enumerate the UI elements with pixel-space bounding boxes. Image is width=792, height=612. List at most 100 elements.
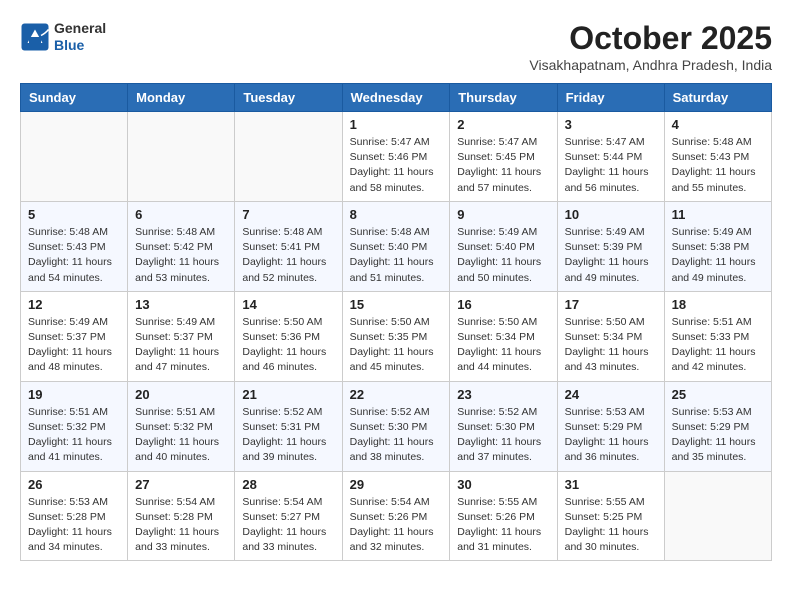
day-number: 28 — [242, 477, 334, 492]
calendar-cell: 1 Sunrise: 5:47 AM Sunset: 5:46 PM Daylig… — [342, 112, 450, 202]
calendar-week-4: 19 Sunrise: 5:51 AM Sunset: 5:32 PM Dayli… — [21, 381, 772, 471]
calendar-cell — [664, 471, 771, 561]
day-number: 19 — [28, 387, 120, 402]
calendar-cell: 7Sunrise: 5:48 AM Sunset: 5:41 PM Daylig… — [235, 201, 342, 291]
day-info: Sunrise: 5:50 AM Sunset: 5:36 PM Dayligh… — [242, 315, 334, 376]
location: Visakhapatnam, Andhra Pradesh, India — [529, 57, 772, 73]
calendar-cell: 4 Sunrise: 5:48 AM Sunset: 5:43 PM Daylig… — [664, 112, 771, 202]
logo-blue: Blue — [54, 37, 106, 54]
logo-general: General — [54, 20, 106, 37]
weekday-header-monday: Monday — [128, 84, 235, 112]
day-number: 12 — [28, 297, 120, 312]
day-number: 23 — [457, 387, 549, 402]
day-info: Sunrise: 5:48 AM Sunset: 5:42 PM Dayligh… — [135, 225, 227, 286]
calendar-cell: 12 Sunrise: 5:49 AM Sunset: 5:37 PM Dayli… — [21, 291, 128, 381]
day-info: Sunrise: 5:53 AM Sunset: 5:29 PM Dayligh… — [672, 405, 764, 466]
day-number: 26 — [28, 477, 120, 492]
day-info: Sunrise: 5:52 AM Sunset: 5:30 PM Dayligh… — [350, 405, 443, 466]
day-info: Sunrise: 5:48 AM Sunset: 5:41 PM Dayligh… — [242, 225, 334, 286]
calendar-cell — [128, 112, 235, 202]
calendar-cell: 5 Sunrise: 5:48 AM Sunset: 5:43 PM Daylig… — [21, 201, 128, 291]
day-number: 1 — [350, 117, 443, 132]
day-number: 20 — [135, 387, 227, 402]
day-number: 29 — [350, 477, 443, 492]
day-number: 9 — [457, 207, 549, 222]
day-number: 10 — [565, 207, 657, 222]
day-info: Sunrise: 5:50 AM Sunset: 5:34 PM Dayligh… — [565, 315, 657, 376]
day-info: Sunrise: 5:52 AM Sunset: 5:31 PM Dayligh… — [242, 405, 334, 466]
day-number: 25 — [672, 387, 764, 402]
day-info: Sunrise: 5:54 AM Sunset: 5:26 PM Dayligh… — [350, 495, 443, 556]
calendar-cell: 6Sunrise: 5:48 AM Sunset: 5:42 PM Daylig… — [128, 201, 235, 291]
day-number: 21 — [242, 387, 334, 402]
day-number: 5 — [28, 207, 120, 222]
day-info: Sunrise: 5:48 AM Sunset: 5:43 PM Dayligh… — [28, 225, 120, 286]
day-info: Sunrise: 5:53 AM Sunset: 5:29 PM Dayligh… — [565, 405, 657, 466]
calendar-cell: 24 Sunrise: 5:53 AM Sunset: 5:29 PM Dayli… — [557, 381, 664, 471]
day-info: Sunrise: 5:49 AM Sunset: 5:37 PM Dayligh… — [28, 315, 120, 376]
weekday-header-sunday: Sunday — [21, 84, 128, 112]
calendar-cell: 22 Sunrise: 5:52 AM Sunset: 5:30 PM Dayli… — [342, 381, 450, 471]
calendar-cell: 20 Sunrise: 5:51 AM Sunset: 5:32 PM Dayli… — [128, 381, 235, 471]
calendar-cell: 10Sunrise: 5:49 AM Sunset: 5:39 PM Dayli… — [557, 201, 664, 291]
calendar-week-3: 12 Sunrise: 5:49 AM Sunset: 5:37 PM Dayli… — [21, 291, 772, 381]
calendar-cell: 28 Sunrise: 5:54 AM Sunset: 5:27 PM Dayli… — [235, 471, 342, 561]
day-number: 15 — [350, 297, 443, 312]
weekday-header-saturday: Saturday — [664, 84, 771, 112]
day-info: Sunrise: 5:49 AM Sunset: 5:38 PM Dayligh… — [672, 225, 764, 286]
calendar-table: SundayMondayTuesdayWednesdayThursdayFrid… — [20, 83, 772, 561]
calendar-cell: 2Sunrise: 5:47 AM Sunset: 5:45 PM Daylig… — [450, 112, 557, 202]
calendar-cell: 19 Sunrise: 5:51 AM Sunset: 5:32 PM Dayli… — [21, 381, 128, 471]
month-title: October 2025 — [529, 20, 772, 57]
day-info: Sunrise: 5:48 AM Sunset: 5:40 PM Dayligh… — [350, 225, 443, 286]
calendar-cell: 14 Sunrise: 5:50 AM Sunset: 5:36 PM Dayli… — [235, 291, 342, 381]
day-info: Sunrise: 5:54 AM Sunset: 5:28 PM Dayligh… — [135, 495, 227, 556]
day-info: Sunrise: 5:49 AM Sunset: 5:40 PM Dayligh… — [457, 225, 549, 286]
day-info: Sunrise: 5:50 AM Sunset: 5:35 PM Dayligh… — [350, 315, 443, 376]
day-info: Sunrise: 5:53 AM Sunset: 5:28 PM Dayligh… — [28, 495, 120, 556]
logo: General Blue — [20, 20, 106, 54]
day-info: Sunrise: 5:55 AM Sunset: 5:25 PM Dayligh… — [565, 495, 657, 556]
day-info: Sunrise: 5:50 AM Sunset: 5:34 PM Dayligh… — [457, 315, 549, 376]
day-info: Sunrise: 5:54 AM Sunset: 5:27 PM Dayligh… — [242, 495, 334, 556]
calendar-cell: 9 Sunrise: 5:49 AM Sunset: 5:40 PM Daylig… — [450, 201, 557, 291]
calendar-cell: 30Sunrise: 5:55 AM Sunset: 5:26 PM Dayli… — [450, 471, 557, 561]
day-number: 22 — [350, 387, 443, 402]
day-info: Sunrise: 5:51 AM Sunset: 5:33 PM Dayligh… — [672, 315, 764, 376]
calendar-cell: 18 Sunrise: 5:51 AM Sunset: 5:33 PM Dayli… — [664, 291, 771, 381]
calendar-cell: 27 Sunrise: 5:54 AM Sunset: 5:28 PM Dayli… — [128, 471, 235, 561]
day-info: Sunrise: 5:51 AM Sunset: 5:32 PM Dayligh… — [28, 405, 120, 466]
calendar-cell: 25 Sunrise: 5:53 AM Sunset: 5:29 PM Dayli… — [664, 381, 771, 471]
calendar-cell: 17 Sunrise: 5:50 AM Sunset: 5:34 PM Dayli… — [557, 291, 664, 381]
calendar-cell: 8Sunrise: 5:48 AM Sunset: 5:40 PM Daylig… — [342, 201, 450, 291]
calendar-cell: 29 Sunrise: 5:54 AM Sunset: 5:26 PM Dayli… — [342, 471, 450, 561]
weekday-header-friday: Friday — [557, 84, 664, 112]
calendar-week-1: 1 Sunrise: 5:47 AM Sunset: 5:46 PM Daylig… — [21, 112, 772, 202]
day-number: 14 — [242, 297, 334, 312]
calendar-cell: 16 Sunrise: 5:50 AM Sunset: 5:34 PM Dayli… — [450, 291, 557, 381]
calendar-cell: 23Sunrise: 5:52 AM Sunset: 5:30 PM Dayli… — [450, 381, 557, 471]
day-info: Sunrise: 5:51 AM Sunset: 5:32 PM Dayligh… — [135, 405, 227, 466]
calendar-cell: 3Sunrise: 5:47 AM Sunset: 5:44 PM Daylig… — [557, 112, 664, 202]
logo-icon — [20, 22, 50, 52]
calendar-cell: 26 Sunrise: 5:53 AM Sunset: 5:28 PM Dayli… — [21, 471, 128, 561]
day-number: 27 — [135, 477, 227, 492]
logo-text: General Blue — [54, 20, 106, 54]
calendar-cell: 31 Sunrise: 5:55 AM Sunset: 5:25 PM Dayli… — [557, 471, 664, 561]
calendar-cell — [235, 112, 342, 202]
weekday-header-wednesday: Wednesday — [342, 84, 450, 112]
day-info: Sunrise: 5:47 AM Sunset: 5:44 PM Dayligh… — [565, 135, 657, 196]
day-number: 16 — [457, 297, 549, 312]
day-number: 31 — [565, 477, 657, 492]
day-number: 24 — [565, 387, 657, 402]
day-info: Sunrise: 5:48 AM Sunset: 5:43 PM Dayligh… — [672, 135, 764, 196]
day-info: Sunrise: 5:47 AM Sunset: 5:46 PM Dayligh… — [350, 135, 443, 196]
calendar-cell: 21 Sunrise: 5:52 AM Sunset: 5:31 PM Dayli… — [235, 381, 342, 471]
day-number: 30 — [457, 477, 549, 492]
calendar-cell — [21, 112, 128, 202]
day-number: 18 — [672, 297, 764, 312]
day-number: 17 — [565, 297, 657, 312]
day-number: 4 — [672, 117, 764, 132]
day-number: 11 — [672, 207, 764, 222]
weekday-header-thursday: Thursday — [450, 84, 557, 112]
